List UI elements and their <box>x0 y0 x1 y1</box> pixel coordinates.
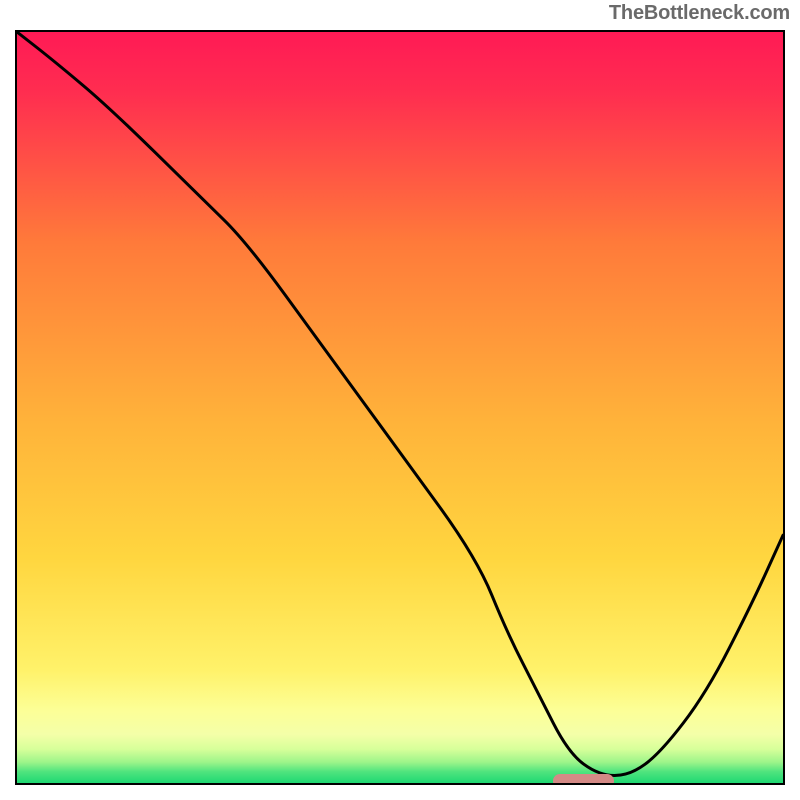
bottleneck-curve <box>17 32 783 776</box>
watermark-label: TheBottleneck.com <box>609 2 790 25</box>
plot-frame <box>15 30 785 785</box>
chart-canvas: TheBottleneck.com <box>0 0 800 800</box>
minimum-marker <box>553 774 614 785</box>
curve-layer <box>17 32 783 783</box>
